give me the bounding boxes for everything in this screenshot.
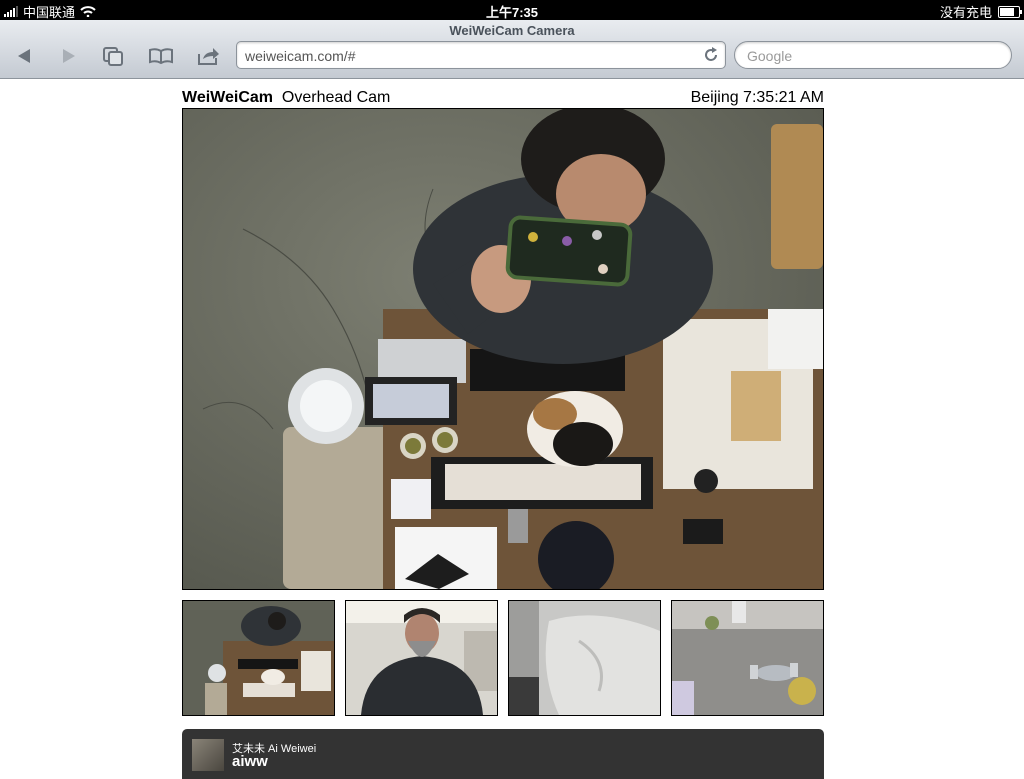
avatar <box>192 739 224 771</box>
main-camera-feed[interactable] <box>182 108 824 590</box>
courtyard-thumb-image <box>672 601 823 715</box>
search-field[interactable]: Google <box>734 41 1012 69</box>
location-time: Beijing 7:35:21 AM <box>690 89 824 106</box>
page-title: WeiWeiCam Camera <box>449 23 575 38</box>
overhead-camera-image <box>183 109 823 589</box>
status-bar: 中国联通 上午7:35 没有充电 <box>0 0 1024 20</box>
pages-icon <box>103 47 123 66</box>
overhead-thumb-image <box>183 601 334 715</box>
forward-arrow-icon <box>63 49 75 63</box>
bookmarks-button[interactable] <box>148 45 174 67</box>
pages-button[interactable] <box>100 45 126 67</box>
url-field[interactable]: weiweicam.com/# <box>236 41 726 69</box>
share-icon <box>198 48 219 65</box>
forward-button[interactable] <box>56 45 82 67</box>
url-text: weiweicam.com/# <box>245 48 356 64</box>
back-button[interactable] <box>11 45 37 67</box>
browser-toolbar: WeiWeiCam Camera weiweicam.com/# Google <box>0 20 1024 79</box>
camera-header: WeiWeiCam Overhead Cam Beijing 7:35:21 A… <box>182 89 824 107</box>
thumbnail-bedroom-cam[interactable] <box>508 600 661 716</box>
search-placeholder: Google <box>747 48 793 64</box>
charging-status: 没有充电 <box>939 5 992 20</box>
portrait-thumb-image <box>346 601 497 715</box>
camera-name: Overhead Cam <box>281 89 391 106</box>
share-button[interactable] <box>195 45 221 67</box>
twitter-profile-bar[interactable]: 艾未未 Ai Weiwei aiww <box>182 729 824 779</box>
status-time: 上午7:35 <box>485 5 539 20</box>
camera-thumbnails <box>182 600 824 716</box>
reload-icon[interactable] <box>703 47 719 63</box>
thumbnail-overhead-cam[interactable] <box>182 600 335 716</box>
bookmarks-book-icon <box>149 48 173 65</box>
back-arrow-icon <box>18 49 30 63</box>
brand-name: WeiWeiCam <box>182 89 273 106</box>
bedroom-thumb-image <box>509 601 660 715</box>
battery-icon <box>998 5 1022 18</box>
profile-handle: aiww <box>232 753 268 770</box>
thumbnail-portrait-cam[interactable] <box>345 600 498 716</box>
status-right: 没有充电 <box>939 2 1022 21</box>
thumbnail-courtyard-cam[interactable] <box>671 600 824 716</box>
